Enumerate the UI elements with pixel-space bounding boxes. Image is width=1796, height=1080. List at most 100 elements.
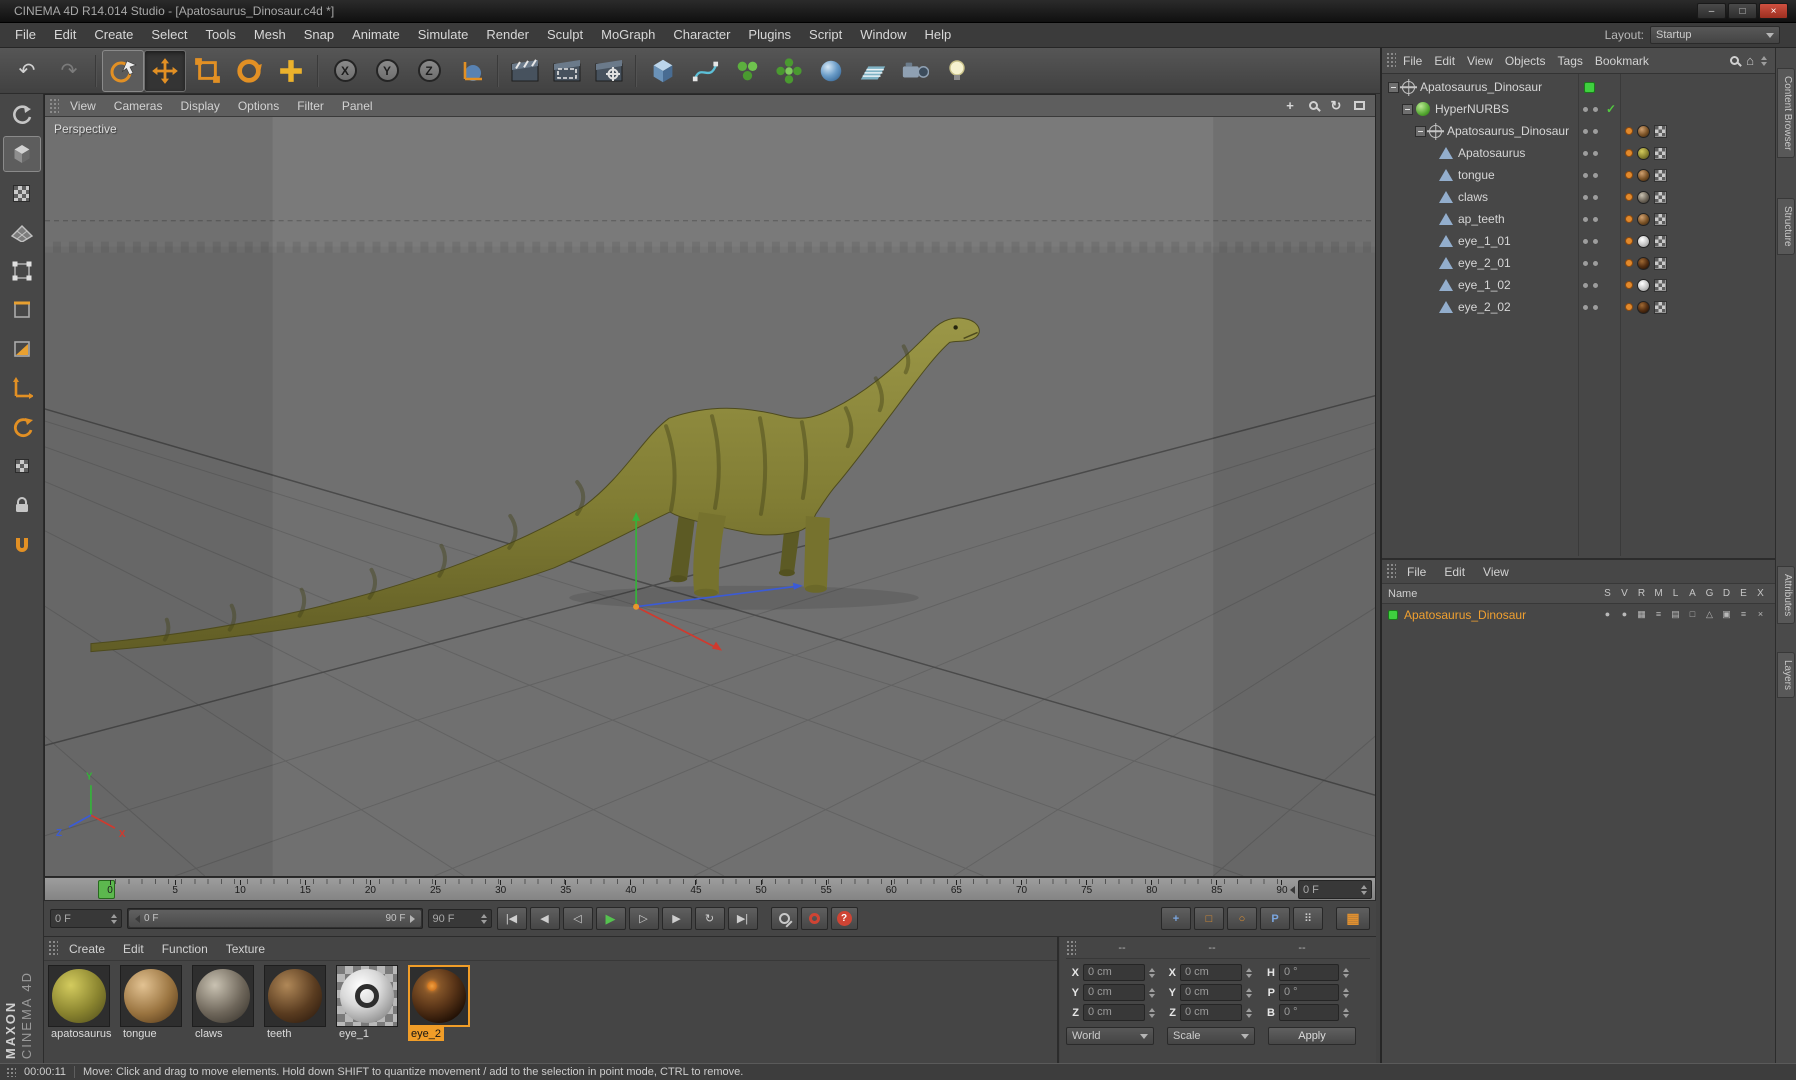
apply-button[interactable]: Apply: [1268, 1027, 1356, 1045]
display-tag-icon[interactable]: [1625, 171, 1633, 179]
viewport-menu-item[interactable]: Cameras: [105, 99, 172, 113]
layer-color-chip[interactable]: [1388, 609, 1398, 620]
enabled-check-icon[interactable]: ✓: [1606, 102, 1616, 116]
om-menu-item[interactable]: View: [1461, 54, 1499, 68]
tree-row[interactable]: tongue: [1382, 164, 1775, 186]
start-frame-stepper[interactable]: [111, 913, 117, 924]
current-frame-field[interactable]: 0 F: [1298, 880, 1372, 899]
material-name[interactable]: apatosaurus: [48, 1027, 112, 1041]
display-tag-icon[interactable]: [1625, 149, 1633, 157]
uvw-tag-icon[interactable]: [1654, 146, 1667, 160]
display-tag-icon[interactable]: [1625, 281, 1633, 289]
next-key-button[interactable]: ▶: [661, 907, 692, 930]
pos-y-field[interactable]: 0 cm: [1083, 984, 1145, 1001]
visibility-dots[interactable]: [1582, 281, 1599, 289]
close-button[interactable]: ×: [1759, 3, 1788, 19]
object-name[interactable]: tongue: [1458, 168, 1495, 182]
loop-mode-button[interactable]: ↻: [694, 907, 725, 930]
key-rotation-toggle[interactable]: ○: [1227, 907, 1257, 930]
tab-attributes[interactable]: Attributes: [1777, 566, 1795, 625]
axis-modification-button[interactable]: [3, 409, 41, 445]
material-menu-item[interactable]: Create: [60, 942, 114, 956]
material-menu-item[interactable]: Texture: [217, 942, 274, 956]
environment-button[interactable]: [810, 50, 852, 92]
start-frame-field[interactable]: 0 F: [50, 909, 122, 928]
layer-toggle-icon[interactable]: ≡: [1650, 609, 1667, 620]
enable-axis-button[interactable]: [3, 370, 41, 406]
material-name[interactable]: eye_2: [408, 1027, 444, 1041]
tree-row[interactable]: HyperNURBS ✓: [1382, 98, 1775, 120]
stepper[interactable]: [1246, 967, 1256, 978]
search-icon[interactable]: [1730, 56, 1740, 65]
stepper[interactable]: [1246, 1007, 1256, 1018]
viewport-menu-item[interactable]: View: [61, 99, 105, 113]
menu-item[interactable]: Select: [142, 23, 196, 47]
render-settings-button[interactable]: [588, 50, 630, 92]
layer-menu-item[interactable]: Edit: [1435, 565, 1474, 579]
layer-toggle-icon[interactable]: ▣: [1718, 609, 1735, 620]
display-tag-icon[interactable]: [1625, 127, 1633, 135]
panel-grip[interactable]: [1386, 51, 1396, 70]
visibility-dots[interactable]: [1582, 303, 1599, 311]
scale-mode-select[interactable]: Scale: [1167, 1027, 1255, 1045]
goto-end-button[interactable]: ▶|: [727, 907, 758, 930]
rot-b-field[interactable]: 0 °: [1279, 1004, 1339, 1021]
uvw-tag-icon[interactable]: [1654, 190, 1667, 204]
display-tag-icon[interactable]: [1625, 303, 1633, 311]
polygons-mode-button[interactable]: [3, 331, 41, 367]
visibility-dots[interactable]: [1582, 259, 1599, 267]
uvw-tag-icon[interactable]: [1654, 256, 1667, 270]
toggle-view-icon[interactable]: [1349, 97, 1369, 115]
timeline-ruler[interactable]: 0 5 10 15 20 25 30 35 40 45 50 55 60 65 70 75 80 85 90 0 F: [44, 877, 1376, 901]
menu-item[interactable]: Script: [800, 23, 851, 47]
end-frame-stepper[interactable]: [480, 913, 487, 924]
layer-toggle-icon[interactable]: ×: [1752, 609, 1769, 620]
camera-button[interactable]: [894, 50, 936, 92]
stepper[interactable]: [1246, 987, 1256, 998]
live-selection-button[interactable]: [102, 49, 144, 92]
material-tag-icon[interactable]: [1637, 190, 1650, 204]
object-name[interactable]: Apatosaurus_Dinosaur: [1447, 124, 1569, 138]
size-z-field[interactable]: 0 cm: [1180, 1004, 1242, 1021]
key-scale-toggle[interactable]: □: [1194, 907, 1224, 930]
menu-item[interactable]: Edit: [45, 23, 85, 47]
tree-row[interactable]: Apatosaurus_Dinosaur: [1382, 120, 1775, 142]
display-tag-icon[interactable]: [1625, 215, 1633, 223]
record-keyframe-button[interactable]: [770, 907, 798, 930]
object-name[interactable]: Apatosaurus: [1458, 146, 1525, 160]
layer-menu-item[interactable]: View: [1474, 565, 1518, 579]
size-x-field[interactable]: 0 cm: [1180, 964, 1242, 981]
add-cube-button[interactable]: [642, 50, 684, 92]
edges-mode-button[interactable]: [3, 292, 41, 328]
tree-row[interactable]: ap_teeth: [1382, 208, 1775, 230]
layer-toggle-icon[interactable]: ▦: [1633, 609, 1650, 620]
uvw-tag-icon[interactable]: [1654, 212, 1667, 226]
layer-toggle-icon[interactable]: ●: [1599, 609, 1616, 620]
coordinate-system-button[interactable]: [450, 50, 492, 92]
make-editable-button[interactable]: [3, 97, 41, 133]
question-button[interactable]: ?: [830, 907, 858, 930]
stepper[interactable]: [1343, 967, 1353, 978]
play-button[interactable]: ▶: [595, 907, 626, 930]
next-frame-button[interactable]: ▷: [628, 907, 659, 930]
orbit-view-icon[interactable]: ↻: [1326, 97, 1346, 115]
uvw-tag-icon[interactable]: [1654, 124, 1667, 138]
material-tag-icon[interactable]: [1637, 212, 1650, 226]
layer-toggle-icon[interactable]: □: [1684, 609, 1701, 620]
tree-row[interactable]: claws: [1382, 186, 1775, 208]
frame-stepper[interactable]: [1361, 884, 1367, 895]
mograph-button[interactable]: [726, 50, 768, 92]
uvw-tag-icon[interactable]: [1654, 300, 1667, 314]
stepper[interactable]: [1149, 967, 1159, 978]
tree-row[interactable]: eye_2_02: [1382, 296, 1775, 318]
menu-item[interactable]: MoGraph: [592, 23, 664, 47]
material-tag-icon[interactable]: [1637, 278, 1650, 292]
chevron-left-icon[interactable]: [1290, 885, 1295, 894]
workplane-mode-button[interactable]: [3, 214, 41, 250]
material-menu-item[interactable]: Edit: [114, 942, 153, 956]
menu-item[interactable]: Animate: [343, 23, 409, 47]
light-button[interactable]: [936, 50, 978, 92]
material-thumbnail[interactable]: [48, 965, 110, 1027]
panel-grip[interactable]: [49, 98, 59, 113]
layer-toggle-icon[interactable]: △: [1701, 609, 1718, 620]
